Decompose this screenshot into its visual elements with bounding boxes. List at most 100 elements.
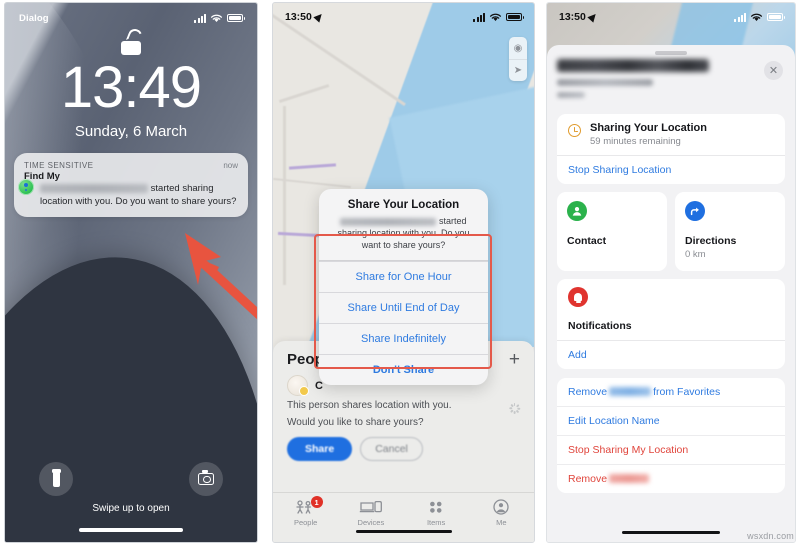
carrier-label: Dialog [19, 12, 49, 24]
bell-icon [568, 287, 588, 307]
plus-icon[interactable]: + [509, 350, 520, 369]
redacted-person-meta [557, 92, 585, 98]
action-tiles: Contact Directions 0 km [557, 192, 785, 271]
action-share-indefinitely[interactable]: Share Indefinitely [319, 323, 488, 354]
directions-tile-label: Directions [685, 235, 737, 247]
activity-spinner-icon [508, 403, 520, 414]
flashlight-icon [51, 468, 61, 487]
swipe-hint-label: Swipe up to open [92, 503, 170, 514]
map-layers-icon[interactable]: ◉ [509, 37, 527, 59]
redacted-person-name [557, 59, 709, 72]
contact-tile[interactable]: Contact [557, 192, 667, 271]
notification-body: started sharing location with you. Do yo… [40, 183, 238, 208]
status-bar: Dialog [5, 9, 257, 27]
directions-distance: 0 km [685, 249, 706, 260]
tab-people-label: People [293, 518, 318, 527]
camera-button[interactable] [189, 462, 223, 496]
clock-icon [568, 124, 581, 137]
status-bar: 13:50 [547, 9, 795, 25]
sharing-remaining: 59 minutes remaining [590, 136, 681, 147]
person-icon [469, 498, 534, 516]
home-indicator[interactable] [622, 530, 720, 534]
tab-items-label: Items [426, 518, 446, 527]
sharing-title: Sharing Your Location [590, 122, 707, 134]
tab-me[interactable]: Me [469, 498, 534, 527]
action-share-until-end-of-day[interactable]: Share Until End of Day [319, 292, 488, 323]
stop-sharing-my-location-button[interactable]: Stop Sharing My Location [557, 435, 785, 464]
home-indicator[interactable] [355, 529, 452, 533]
tab-me-label: Me [496, 518, 507, 527]
unlocked-padlock-icon [121, 26, 145, 55]
contact-person-icon [567, 201, 587, 221]
tab-devices-label: Devices [357, 518, 385, 527]
wifi-icon [210, 14, 223, 22]
status-time: 13:50 [285, 11, 325, 23]
contact-avatar [287, 375, 309, 396]
remove-person-button[interactable]: Remove [557, 464, 785, 493]
home-indicator[interactable] [79, 528, 183, 532]
person-actions-list: Remove from Favorites Edit Location Name … [557, 378, 785, 493]
stop-sharing-location-button[interactable]: Stop Sharing Location [568, 164, 774, 176]
items-icon [404, 498, 469, 516]
tab-people[interactable]: 1 People [273, 496, 338, 527]
cellular-bars-icon [734, 12, 746, 22]
lock-screen-time: 13:49 [60, 55, 202, 120]
share-button[interactable]: Share [287, 437, 353, 461]
redacted-contact-name [40, 184, 148, 193]
cellular-bars-icon [473, 12, 485, 22]
tab-bar: 1 People Devices Items Me [273, 492, 534, 542]
status-bar: 13:50 [273, 9, 534, 25]
cellular-bars-icon [194, 13, 206, 23]
wifi-icon [750, 13, 763, 21]
contact-tile-label: Contact [567, 235, 607, 247]
red-arrow-cursor [181, 227, 257, 325]
notification-app-name: Find My [24, 171, 60, 182]
person-request-line2: Would you like to share yours? [287, 416, 424, 428]
screenshot-stage: Dialog 13:49 Sunday, 6 March TIME SENSIT… [0, 0, 800, 545]
person-request-line1: This person shares location with you. [287, 400, 452, 411]
battery-icon [506, 13, 524, 21]
watermark: wsxdn.com [747, 531, 794, 541]
redacted-name [609, 474, 650, 483]
notification-banner[interactable]: TIME SENSITIVE now Find My started shari… [14, 153, 248, 218]
add-notification-button[interactable]: Add [568, 349, 774, 361]
action-share-one-hour[interactable]: Share for One Hour [319, 261, 488, 292]
battery-icon [227, 14, 245, 22]
action-sheet-message: started sharing location with you. Do yo… [331, 215, 476, 251]
battery-icon [767, 13, 785, 21]
directions-arrow-icon [685, 201, 705, 221]
map-controls[interactable]: ◉ ➤ [509, 37, 527, 81]
notification-timestamp: now [223, 161, 238, 170]
notifications-label: Notifications [568, 320, 632, 332]
flashlight-button[interactable] [39, 462, 73, 496]
redacted-name [609, 387, 652, 396]
camera-icon [198, 470, 214, 485]
remove-from-favorites-button[interactable]: Remove from Favorites [557, 378, 785, 406]
edit-location-name-button[interactable]: Edit Location Name [557, 406, 785, 435]
notifications-card: Notifications Add [557, 279, 785, 369]
action-sheet-title: Share Your Location [347, 199, 460, 211]
location-arrow-icon [587, 11, 599, 23]
people-icon [273, 498, 338, 516]
wifi-icon [489, 13, 502, 21]
status-time: 13:50 [559, 11, 599, 23]
redacted-contact-name [340, 218, 437, 226]
directions-tile[interactable]: Directions 0 km [675, 192, 785, 271]
locate-me-icon[interactable]: ➤ [509, 59, 527, 81]
tab-items[interactable]: Items [404, 498, 469, 527]
phone-panel-lock-screen: Dialog 13:49 Sunday, 6 March TIME SENSIT… [4, 2, 258, 543]
action-dont-share[interactable]: Don't Share [319, 354, 488, 385]
phone-panel-person-detail: 13:50 ✕ Sharing Your Location 59 minutes… [546, 2, 796, 543]
find-my-app-icon [18, 179, 34, 195]
close-icon[interactable]: ✕ [764, 61, 783, 80]
person-request-card: C This person shares location with you. … [273, 373, 534, 461]
cancel-button[interactable]: Cancel [360, 437, 423, 461]
notification-kicker: TIME SENSITIVE [24, 161, 94, 170]
devices-icon [338, 498, 403, 516]
phone-panel-find-my-action-sheet: ◉ ➤ 13:50 People + C This person shares … [272, 2, 535, 543]
location-arrow-icon [313, 11, 325, 23]
redacted-person-subtitle [557, 79, 653, 86]
tab-devices[interactable]: Devices [338, 498, 403, 527]
share-location-action-sheet: Share Your Location started sharing loca… [319, 189, 488, 386]
lock-screen-date: Sunday, 6 March [74, 123, 188, 140]
